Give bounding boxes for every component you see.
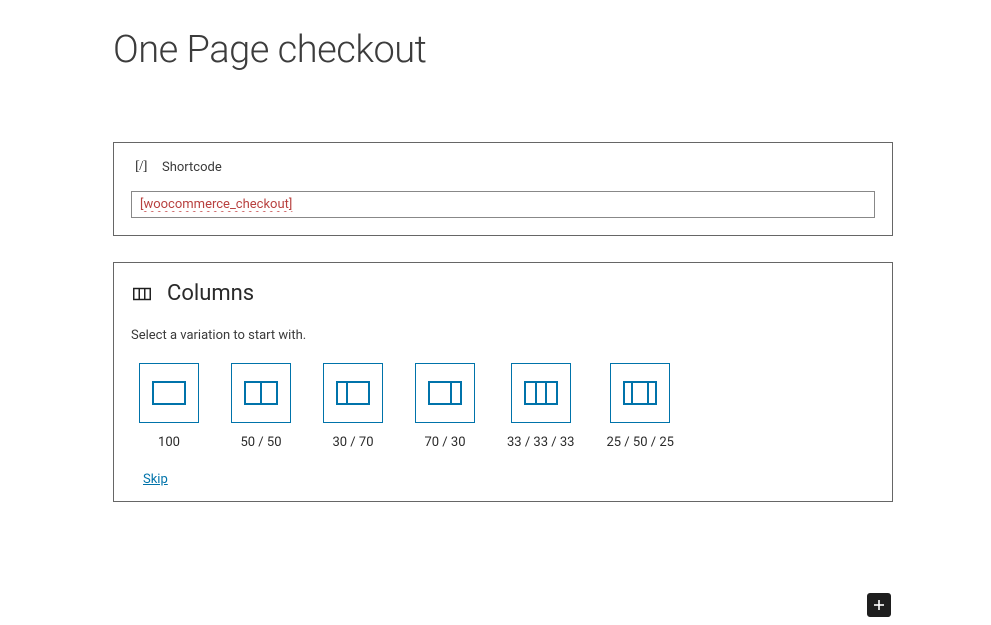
variation-30-70-tile <box>323 363 383 423</box>
variation-30-70[interactable]: 30 / 70 <box>323 363 383 450</box>
variation-100[interactable]: 100 <box>139 363 199 450</box>
columns-block-title: Columns <box>131 281 875 306</box>
variation-label: 30 / 70 <box>332 435 373 450</box>
shortcode-block: [/] Shortcode <box>113 142 893 236</box>
shortcode-input[interactable] <box>131 191 875 218</box>
variation-70-30-tile <box>415 363 475 423</box>
variation-33-33-33[interactable]: 33 / 33 / 33 <box>507 363 574 450</box>
shortcode-glyph: [/] <box>135 159 147 175</box>
variation-label: 25 / 50 / 25 <box>606 435 673 450</box>
variation-label: 70 / 30 <box>424 435 465 450</box>
variation-25-50-25[interactable]: 25 / 50 / 25 <box>606 363 673 450</box>
plus-icon <box>871 597 887 613</box>
variation-70-30[interactable]: 70 / 30 <box>415 363 475 450</box>
shortcode-block-header: [/] Shortcode <box>131 157 875 177</box>
page-title: One Page checkout <box>113 28 991 72</box>
shortcode-label: Shortcode <box>162 160 222 175</box>
variation-50-50-tile <box>231 363 291 423</box>
columns-icon <box>131 283 153 305</box>
columns-variations: 100 50 / 50 30 / 70 <box>139 363 875 450</box>
skip-link[interactable]: Skip <box>143 472 168 487</box>
variation-100-tile <box>139 363 199 423</box>
columns-title-text: Columns <box>167 281 254 306</box>
shortcode-icon: [/] <box>131 157 151 177</box>
columns-description: Select a variation to start with. <box>131 328 875 343</box>
columns-block: Columns Select a variation to start with… <box>113 262 893 502</box>
variation-label: 100 <box>158 435 180 450</box>
variation-label: 50 / 50 <box>240 435 281 450</box>
variation-33-33-33-tile <box>511 363 571 423</box>
variation-50-50[interactable]: 50 / 50 <box>231 363 291 450</box>
variation-25-50-25-tile <box>610 363 670 423</box>
variation-label: 33 / 33 / 33 <box>507 435 574 450</box>
